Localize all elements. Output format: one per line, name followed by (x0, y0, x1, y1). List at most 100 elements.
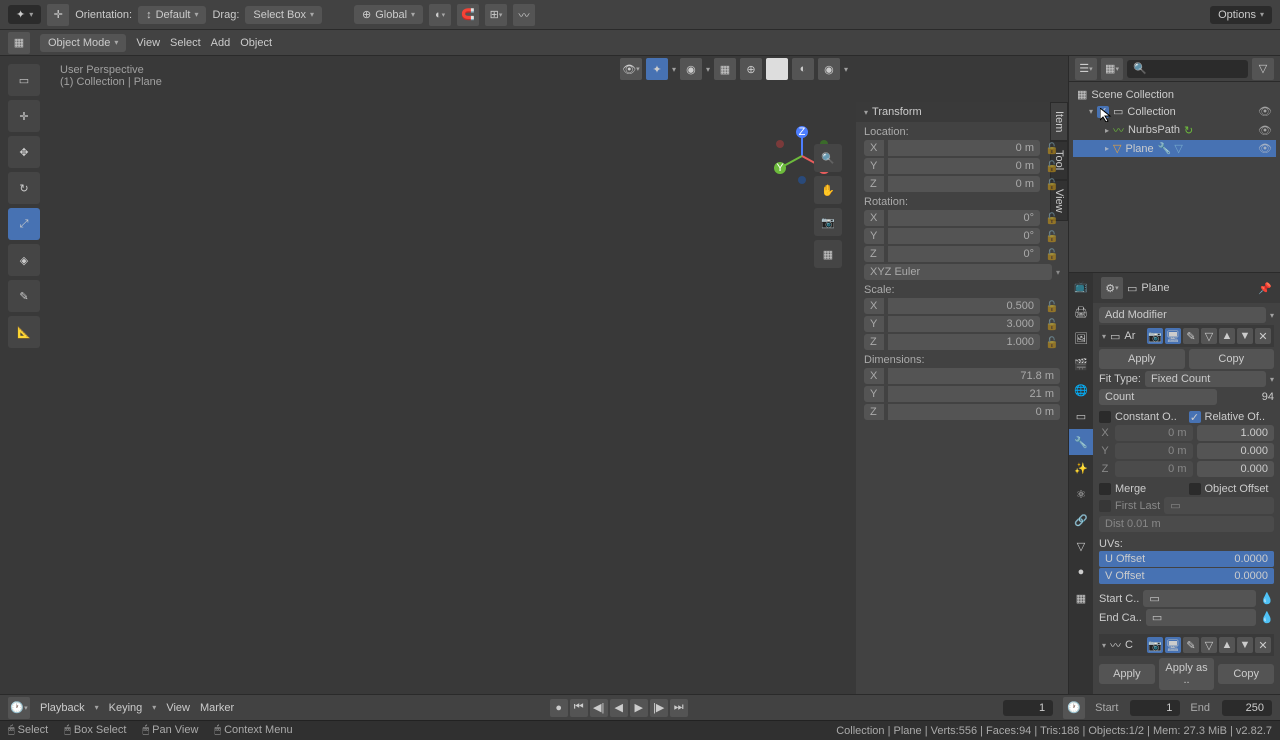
rotation-mode[interactable]: XYZ Euler (864, 264, 1052, 280)
add-modifier-dropdown[interactable]: Add Modifier (1099, 307, 1266, 323)
mod-editmode-icon[interactable]: ✎ (1183, 328, 1199, 344)
viewport-3d[interactable]: 👁▾ ✦ ▾ ◉ ▾ ▦ ⊕ ◐ ◉ ▾ User Perspective (1… (0, 56, 1068, 694)
u-offset-field[interactable]: U Offset0.0000 (1099, 551, 1274, 567)
curve-modifier-name[interactable]: C (1125, 639, 1133, 651)
lock-icon[interactable]: 🔓 (1044, 160, 1060, 173)
tab-modifiers[interactable]: 🔧 (1069, 429, 1093, 455)
props-editor-icon[interactable]: ⚙▾ (1101, 277, 1123, 299)
lock-icon[interactable]: 🔓 (1044, 318, 1060, 331)
rot-x[interactable]: 0° (888, 210, 1040, 226)
copy-button-2[interactable]: Copy (1218, 664, 1274, 684)
fit-type-dropdown[interactable]: Fixed Count (1145, 371, 1266, 387)
mod-cage-icon[interactable]: ▽ (1201, 328, 1217, 344)
shading-solid-icon[interactable] (766, 58, 788, 80)
loc-x[interactable]: 0 m (888, 140, 1040, 156)
tab-render[interactable]: 📺 (1069, 273, 1093, 299)
select-box-tool[interactable]: ▭ (8, 64, 40, 96)
tab-material[interactable]: ● (1069, 559, 1093, 585)
marker-menu[interactable]: Marker (200, 702, 234, 714)
menu-view[interactable]: View (136, 37, 160, 49)
tab-viewlayer[interactable]: 🖼 (1069, 325, 1093, 351)
play-icon[interactable]: ▶ (630, 699, 648, 717)
menu-add[interactable]: Add (211, 37, 231, 49)
lock-icon[interactable]: 🔓 (1044, 142, 1060, 155)
eyedropper-icon[interactable]: 💧 (1260, 592, 1274, 605)
mod-close-icon[interactable]: ✕ (1255, 328, 1271, 344)
outliner-search[interactable]: 🔍 (1127, 60, 1248, 78)
mod-up-icon[interactable]: ▲ (1219, 328, 1235, 344)
outliner-plane[interactable]: ▸▽ Plane 🔧 ▽👁 (1073, 140, 1276, 157)
cursor-tool[interactable]: ✛ (8, 100, 40, 132)
menu-object[interactable]: Object (240, 37, 272, 49)
move-tool[interactable]: ✥ (8, 136, 40, 168)
copy-button[interactable]: Copy (1189, 349, 1275, 369)
gizmo-toggle-icon[interactable]: ✦ (646, 58, 668, 80)
loc-z[interactable]: 0 m (888, 176, 1040, 192)
orientation-dropdown[interactable]: ↕ Default▾ (138, 6, 206, 24)
cursor-tool-icon[interactable]: ✛ (47, 4, 69, 26)
outliner-editor-icon[interactable]: ☰▾ (1075, 58, 1097, 80)
lock-icon[interactable]: 🔓 (1044, 230, 1060, 243)
pan-icon[interactable]: ✋ (814, 176, 842, 204)
start-frame[interactable]: 1 (1130, 700, 1180, 716)
scl-z[interactable]: 1.000 (888, 334, 1040, 350)
rel-y[interactable]: 0.000 (1197, 443, 1275, 459)
shading-matprev-icon[interactable]: ◐ (792, 58, 814, 80)
mod-editmode-icon[interactable]: ✎ (1183, 637, 1199, 653)
eyedropper-icon[interactable]: 💧 (1260, 611, 1274, 624)
menu-select[interactable]: Select (170, 37, 201, 49)
keyframe-next-icon[interactable]: |▶ (650, 699, 668, 717)
transform-tool[interactable]: ◈ (8, 244, 40, 276)
mod-cage-icon[interactable]: ▽ (1201, 637, 1217, 653)
constant-offset-check[interactable] (1099, 411, 1111, 423)
playback-menu[interactable]: Playback (40, 702, 85, 714)
lock-icon[interactable]: 🔓 (1044, 300, 1060, 313)
rel-x[interactable]: 1.000 (1197, 425, 1275, 441)
mod-down-icon[interactable]: ▼ (1237, 637, 1253, 653)
overlay-icon[interactable]: ◉ (680, 58, 702, 80)
merge-check[interactable] (1099, 483, 1111, 495)
apply-button[interactable]: Apply (1099, 349, 1185, 369)
tab-mesh[interactable]: ▽ (1069, 533, 1093, 559)
lock-icon[interactable]: 🔓 (1044, 212, 1060, 225)
tab-world[interactable]: 🌐 (1069, 377, 1093, 403)
start-cap-field[interactable]: ▭ (1143, 590, 1256, 607)
tab-texture[interactable]: ▦ (1069, 585, 1093, 611)
pivot-icon[interactable]: ◐▾ (429, 4, 451, 26)
mod-realtime-icon[interactable]: 🖥 (1165, 328, 1181, 344)
rel-z[interactable]: 0.000 (1197, 461, 1275, 477)
scale-tool[interactable]: ⤢ (8, 208, 40, 240)
v-offset-field[interactable]: V Offset0.0000 (1099, 568, 1274, 584)
mod-close-icon[interactable]: ✕ (1255, 637, 1271, 653)
lock-icon[interactable]: 🔓 (1044, 248, 1060, 261)
mod-render-icon[interactable]: 📷 (1147, 637, 1163, 653)
loc-y[interactable]: 0 m (888, 158, 1040, 174)
autokey-icon[interactable]: ● (550, 699, 568, 717)
keying-menu[interactable]: Keying (109, 702, 143, 714)
shading-wire-icon[interactable]: ⊕ (740, 58, 762, 80)
filter-icon[interactable]: ▽ (1252, 58, 1274, 80)
relative-offset-check[interactable]: ✓ (1189, 411, 1201, 423)
snap-icon[interactable]: 🧲 (457, 4, 479, 26)
outliner-display-icon[interactable]: ▦▾ (1101, 58, 1123, 80)
camera-icon[interactable]: 📷 (814, 208, 842, 236)
end-cap-field[interactable]: ▭ (1146, 609, 1256, 626)
tab-particles[interactable]: ✨ (1069, 455, 1093, 481)
outliner-scene-collection[interactable]: ▦ Scene Collection (1073, 86, 1276, 103)
object-offset-check[interactable] (1189, 483, 1201, 495)
apply-as-button[interactable]: Apply as .. (1159, 658, 1215, 690)
rot-y[interactable]: 0° (888, 228, 1040, 244)
dim-y[interactable]: 21 m (888, 386, 1060, 402)
scl-x[interactable]: 0.500 (888, 298, 1040, 314)
rot-z[interactable]: 0° (888, 246, 1040, 262)
editor-type-icon[interactable]: ▦ (8, 32, 30, 54)
count-field[interactable]: 94 (1221, 391, 1274, 403)
tab-output[interactable]: 🖨 (1069, 299, 1093, 325)
end-frame[interactable]: 250 (1222, 700, 1272, 716)
rotate-tool[interactable]: ↻ (8, 172, 40, 204)
current-frame[interactable]: 1 (1003, 700, 1053, 716)
mod-render-icon[interactable]: 📷 (1147, 328, 1163, 344)
tab-constraints[interactable]: 🔗 (1069, 507, 1093, 533)
mod-down-icon[interactable]: ▼ (1237, 328, 1253, 344)
select-visibility-icon[interactable]: 👁▾ (620, 58, 642, 80)
